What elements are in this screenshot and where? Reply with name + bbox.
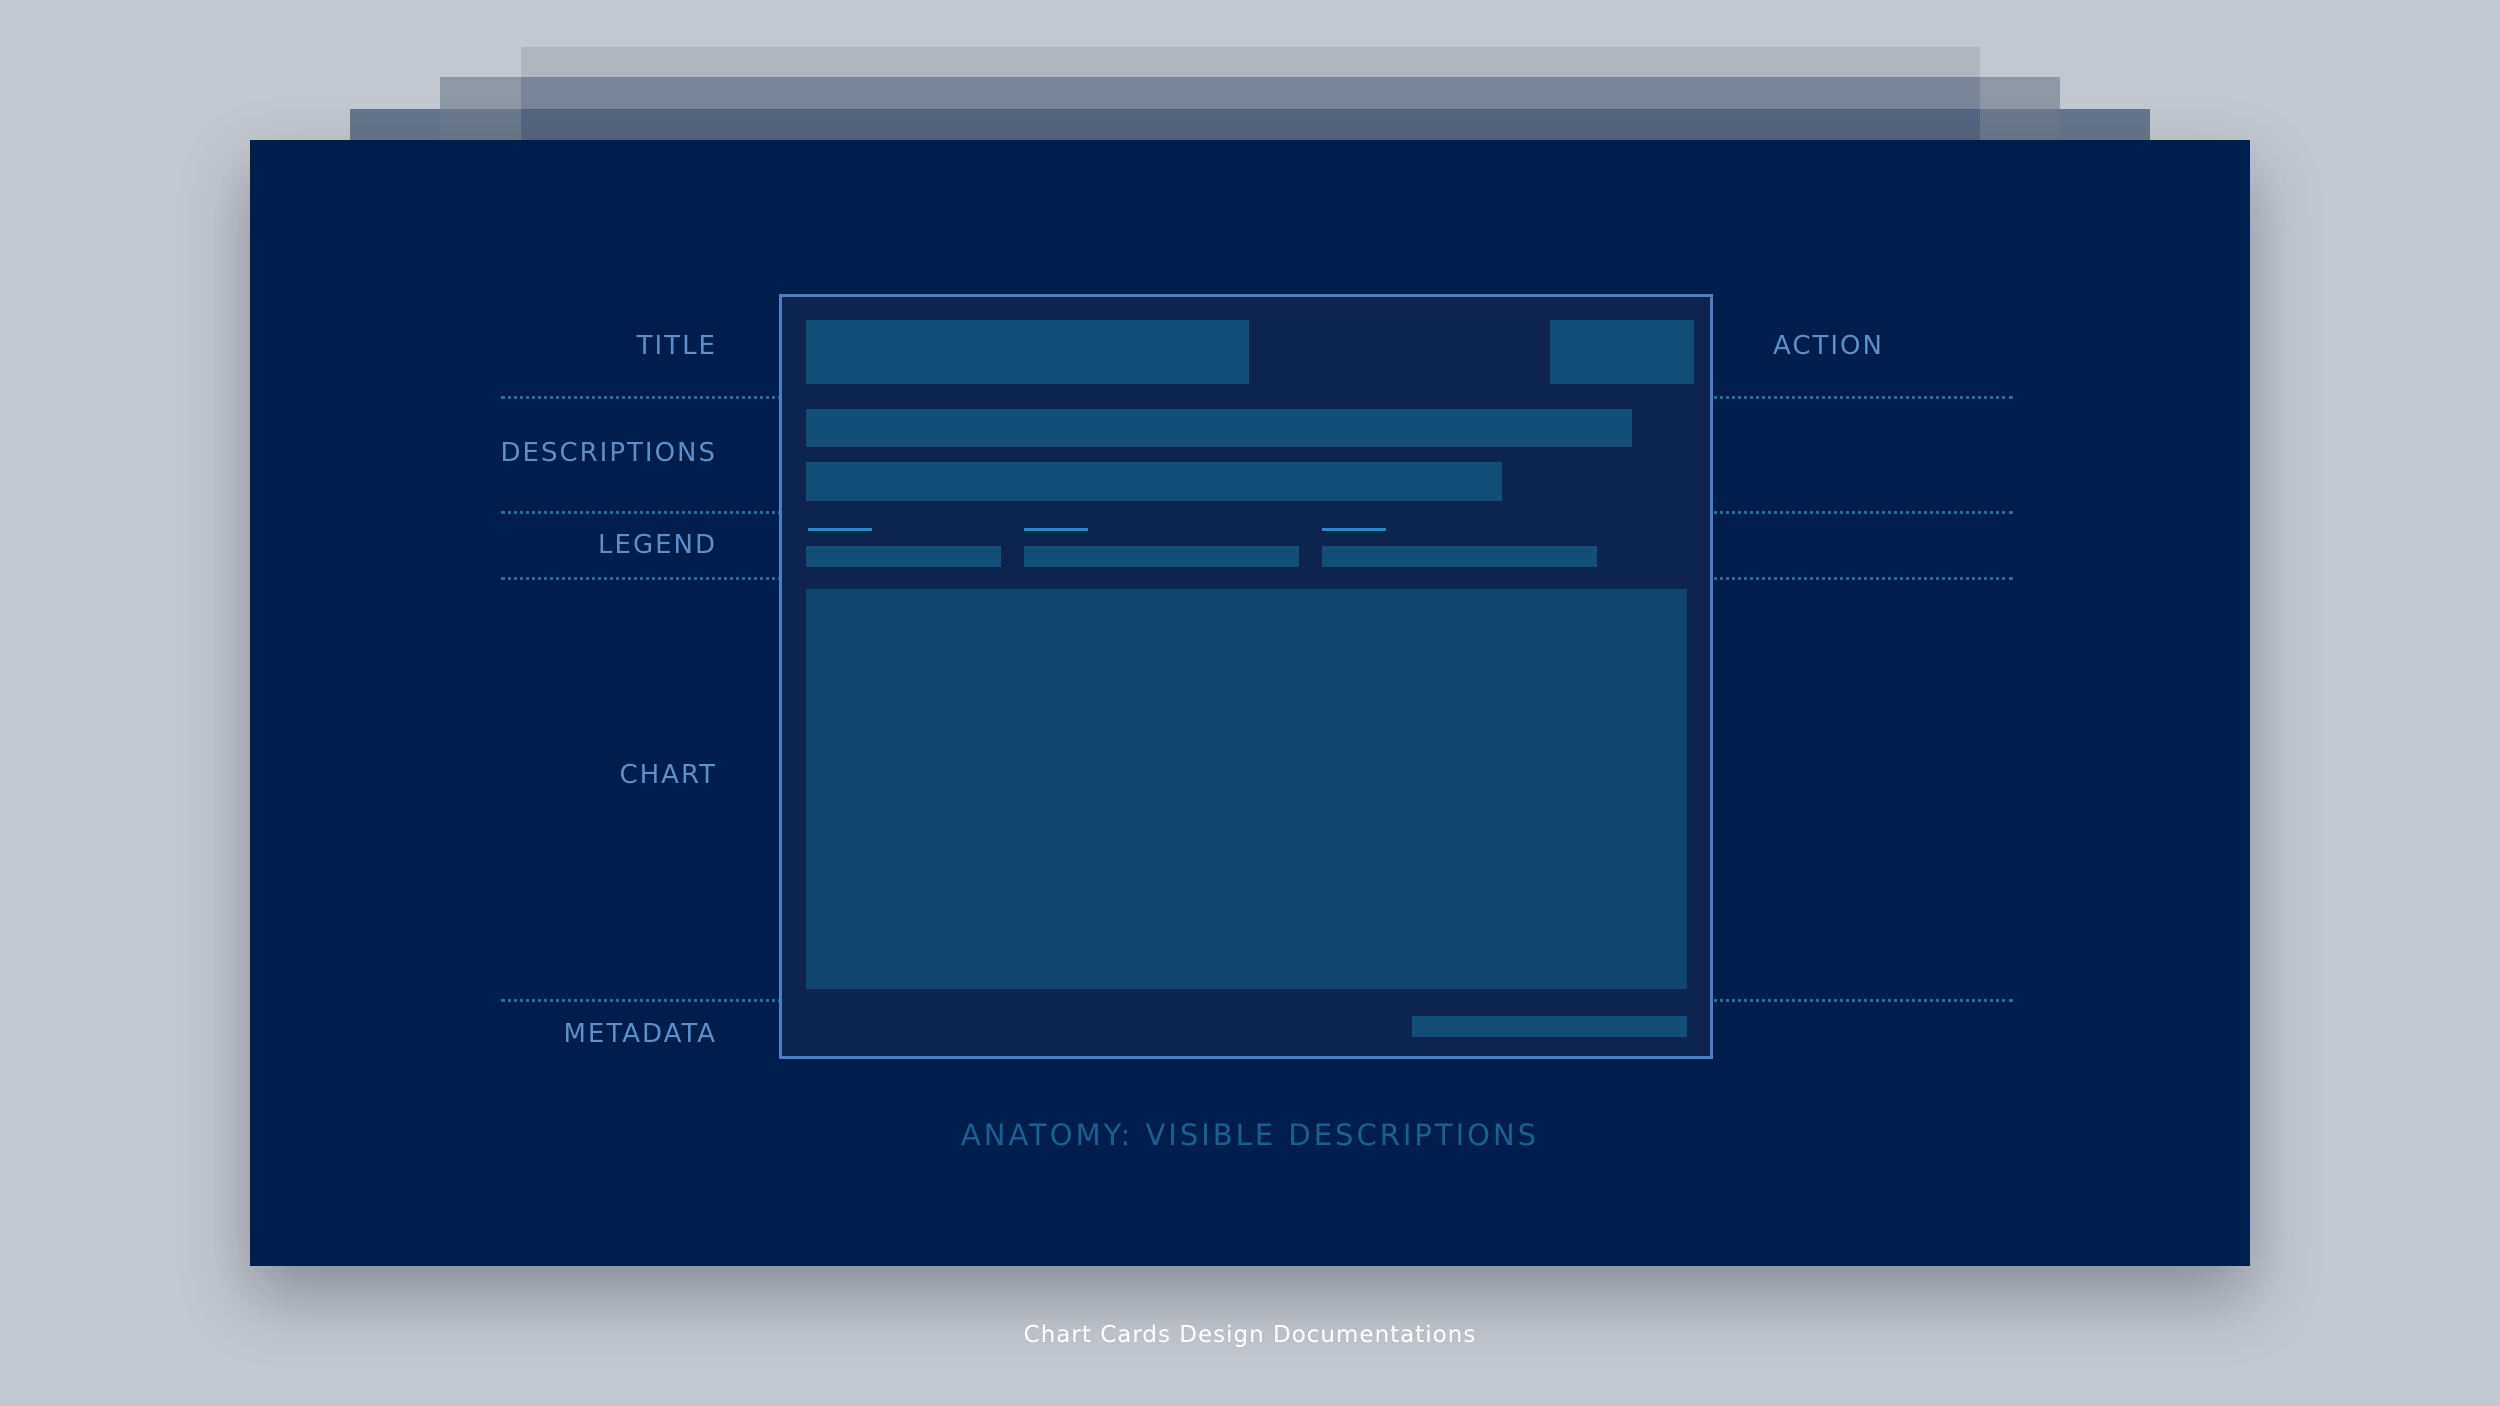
label-metadata: METADATA [563,1019,717,1049]
legend-swatch [808,528,872,531]
chart-area-placeholder [806,589,1687,989]
label-descriptions: DESCRIPTIONS [500,438,717,468]
metadata-placeholder [1412,1016,1687,1037]
action-placeholder [1550,320,1694,384]
description-line-placeholder [806,409,1632,447]
title-placeholder [806,320,1249,384]
legend-swatch [1322,528,1386,531]
stacked-page-overlap [440,109,521,140]
legend-label-placeholder [1322,546,1597,567]
label-action: ACTION [1773,331,1884,361]
documentation-card: TITLE ACTION DESCRIPTIONS LEGEND CHART M… [250,140,2250,1266]
legend-label-placeholder [806,546,1001,567]
chart-card-wireframe [779,294,1713,1059]
legend-swatch [1024,528,1088,531]
label-chart: CHART [619,760,717,790]
stacked-page-overlap [1980,109,2060,140]
legend-label-placeholder [1024,546,1299,567]
label-legend: LEGEND [598,530,717,560]
anatomy-caption: ANATOMY: VISIBLE DESCRIPTIONS [960,1118,1540,1152]
stacked-page-overlap [521,109,1980,140]
label-title: TITLE [636,331,717,361]
footer-caption: Chart Cards Design Documentations [1023,1322,1477,1348]
description-line-placeholder [806,462,1502,501]
